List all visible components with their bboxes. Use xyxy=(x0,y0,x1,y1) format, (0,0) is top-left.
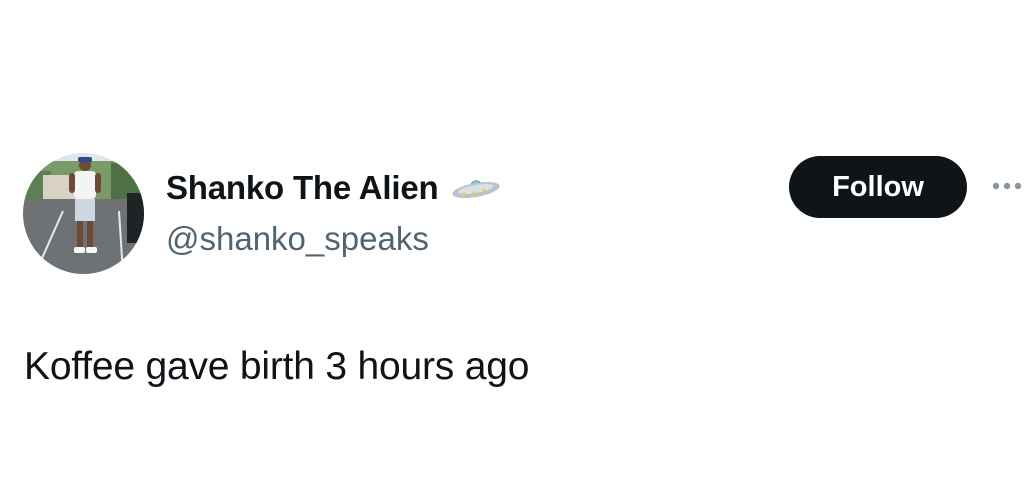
follow-button[interactable]: Follow xyxy=(789,156,967,218)
tweet-card: Shanko The Alien @shanko_speaks Follow K… xyxy=(0,0,1024,486)
ufo-icon xyxy=(450,174,502,204)
author-handle[interactable]: @shanko_speaks xyxy=(166,220,429,258)
avatar-photo-icon xyxy=(23,153,144,274)
avatar[interactable] xyxy=(23,153,144,274)
author-display-name[interactable]: Shanko The Alien xyxy=(166,169,439,207)
author-name-row: Shanko The Alien xyxy=(166,166,502,210)
tweet-text: Koffee gave birth 3 hours ago xyxy=(24,345,530,388)
more-horizontal-icon[interactable] xyxy=(990,176,1024,196)
